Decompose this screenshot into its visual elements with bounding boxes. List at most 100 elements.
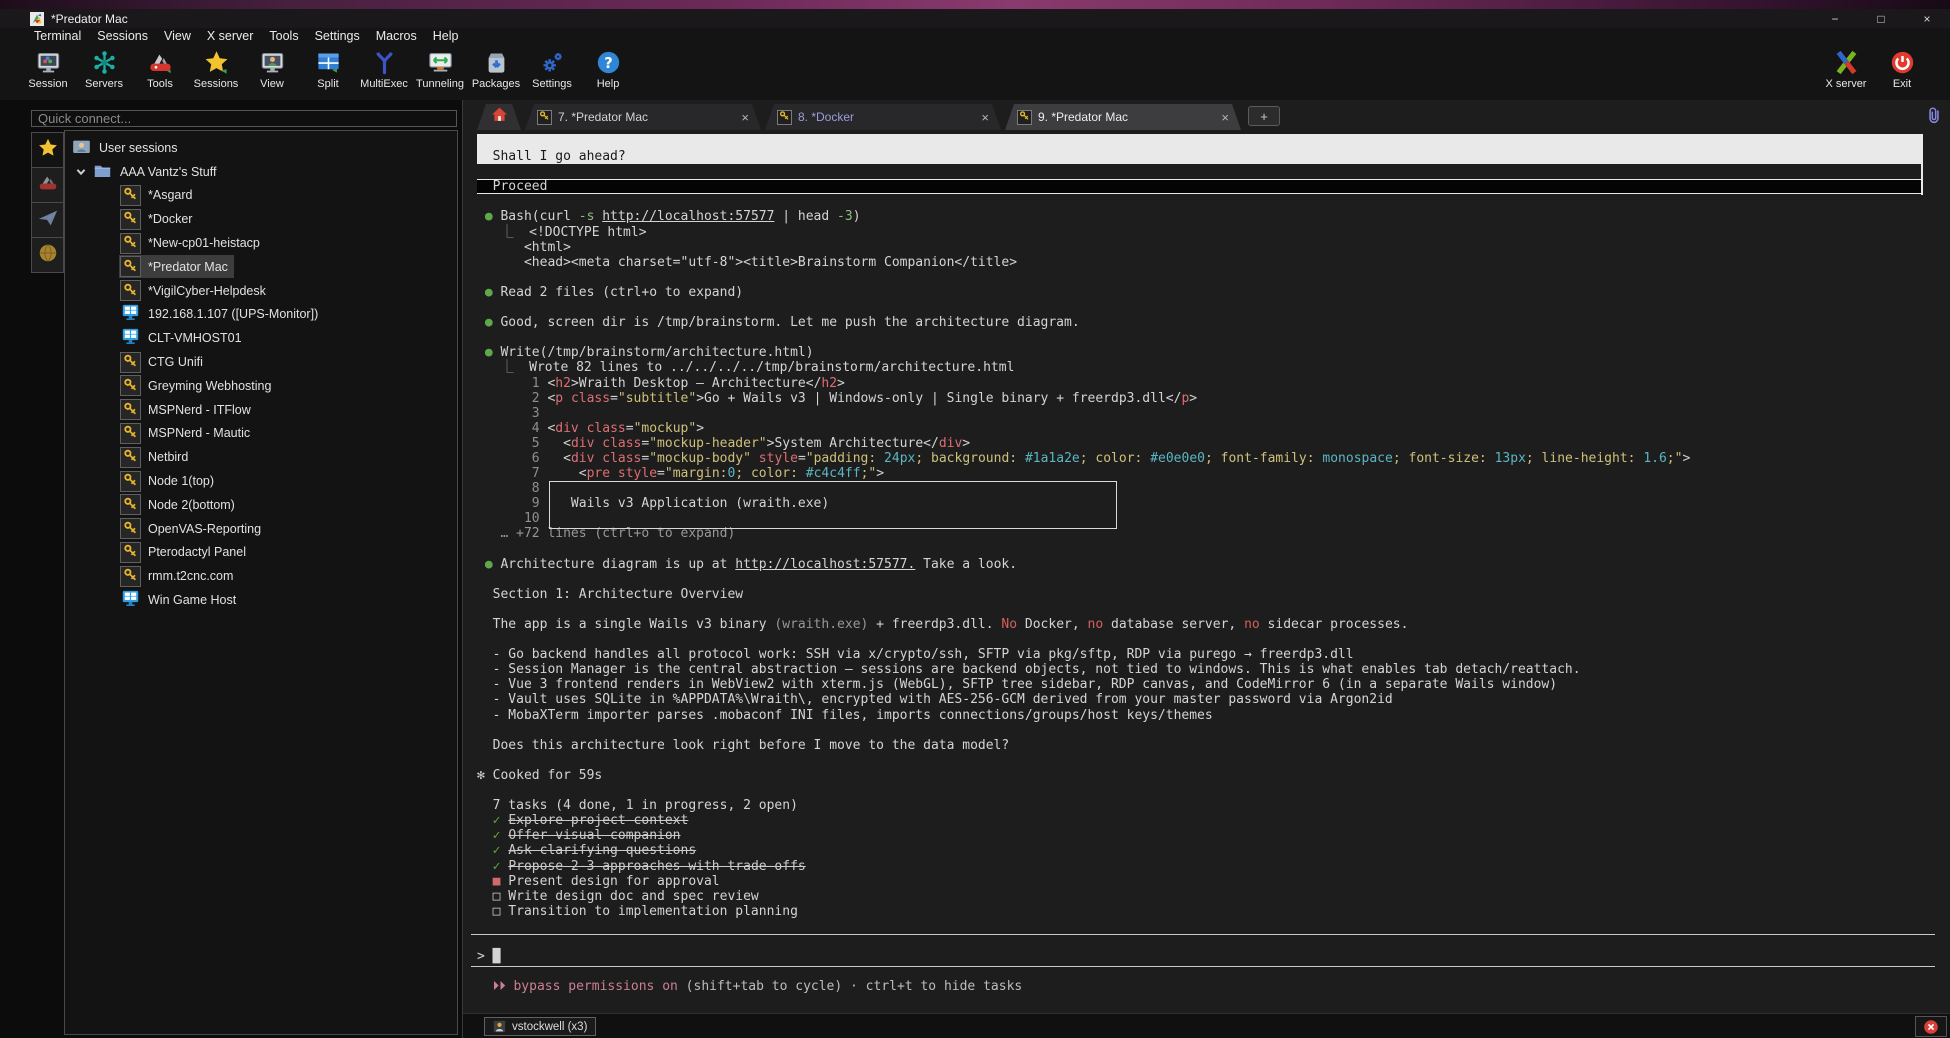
close-button[interactable]: × (1904, 9, 1950, 28)
tree-item-label: AAA Vantz's Stuff (120, 165, 216, 179)
toolbar-button-packages[interactable]: Packages (468, 43, 524, 100)
toolbar-button-label: MultiExec (360, 78, 408, 90)
tree-item-label: OpenVAS-Reporting (148, 522, 261, 536)
terminal-text: "mockup-header" (649, 436, 766, 451)
toolbar-button-settings[interactable]: Settings (524, 43, 580, 100)
toolbar-button-x-server[interactable]: X server (1818, 43, 1874, 100)
menu-item-terminal[interactable]: Terminal (26, 29, 89, 43)
tab-9-predator-mac[interactable]: 9. *Predator Mac× (1005, 104, 1241, 130)
tree-item-label: CLT-VMHOST01 (148, 331, 242, 345)
tree-item-clt-vmhost01[interactable]: CLT-VMHOST01 (65, 326, 324, 350)
terminal-text: 1 (477, 376, 547, 391)
tree-item-192-168-1-107-ups-monitor-[interactable]: 192.168.1.107 ([UPS-Monitor]) (65, 303, 324, 327)
terminal-output[interactable]: Shall I go ahead? Proceed ● Bash(curl -s… (463, 134, 1946, 1013)
terminal-text (579, 421, 587, 436)
session-user-badge[interactable]: vstockwell (x3) (484, 1017, 596, 1036)
menu-item-help[interactable]: Help (425, 29, 467, 43)
tree-item-user-sessions[interactable]: User sessions (65, 136, 324, 160)
terminal-link[interactable]: http://localhost:57577. (735, 557, 915, 572)
tree-item-icon-frame (92, 161, 113, 182)
quick-connect-input[interactable] (31, 110, 457, 127)
terminal-line: 7 tasks (4 done, 1 in progress, 2 open) (477, 798, 1946, 813)
terminal-text: monospace (1322, 451, 1392, 466)
home-icon (491, 106, 508, 128)
tab-close-icon[interactable]: × (1221, 110, 1229, 125)
tree-item-rmm-t2cnc-com[interactable]: rmm.t2cnc.com (65, 564, 324, 588)
tree-item-icon-frame (120, 566, 141, 587)
menu-item-macros[interactable]: Macros (368, 29, 425, 43)
tree-item--asgard[interactable]: *Asgard (65, 184, 324, 208)
new-tab-button[interactable]: + (1248, 106, 1280, 126)
rail-button-tools[interactable] (31, 167, 64, 203)
terminal-text (477, 557, 485, 572)
tree-item-aaa-vantz-s-stuff[interactable]: AAA Vantz's Stuff (65, 160, 324, 184)
toolbar-button-servers[interactable]: Servers (76, 43, 132, 100)
terminal-text: ⎿ (477, 360, 529, 375)
toolbar-button-exit[interactable]: Exit (1874, 43, 1930, 100)
sidebar: User sessions AAA Vantz's Stuff *Asgard *Do… (0, 100, 462, 1038)
key-icon (123, 472, 138, 490)
toolbar-button-label: View (260, 78, 284, 90)
tree-item-inner: *Predator Mac (119, 255, 234, 278)
paperclip-icon[interactable] (1925, 106, 1943, 126)
tree-item-mspnerd-mautic[interactable]: MSPNerd - Mautic (65, 422, 324, 446)
rail-button-remote-sessions[interactable] (31, 202, 64, 238)
tree-item--new-cp01-heistacp[interactable]: *New-cp01-heistacp (65, 231, 324, 255)
menu-item-tools[interactable]: Tools (261, 29, 306, 43)
terminal-text: ; font-family: (1205, 451, 1322, 466)
terminal-text: = (610, 391, 618, 406)
tab-home[interactable] (477, 104, 521, 130)
menu-item-sessions[interactable]: Sessions (89, 29, 156, 43)
tree-item-ctg-unifi[interactable]: CTG Unifi (65, 350, 324, 374)
tab-close-icon[interactable]: × (741, 110, 749, 125)
toolbar-button-split[interactable]: Split (300, 43, 356, 100)
tree-item-win-game-host[interactable]: Win Game Host (65, 588, 324, 612)
rail-button-favorites[interactable] (31, 132, 64, 168)
terminal-text: style (618, 466, 657, 481)
tree-item-label: Netbird (148, 450, 188, 464)
terminal-text: class (602, 436, 641, 451)
tree-item-icon-frame (120, 494, 141, 515)
toolbar-button-session[interactable]: Session (20, 43, 76, 100)
tree-item-label: *Docker (148, 212, 192, 226)
terminal-link[interactable]: http://localhost:57577 (602, 209, 774, 224)
terminal-text (477, 345, 485, 360)
tree-item-netbird[interactable]: Netbird (65, 445, 324, 469)
tree-item-node-2-bottom-[interactable]: Node 2(bottom) (65, 493, 324, 517)
tree-item--predator-mac[interactable]: *Predator Mac (65, 255, 324, 279)
tree-item--vigilcyber-helpdesk[interactable]: *VigilCyber-Helpdesk (65, 279, 324, 303)
minimize-button[interactable]: − (1812, 9, 1858, 28)
terminal-text: < (547, 466, 586, 481)
toolbar-button-multiexec[interactable]: MultiExec (356, 43, 412, 100)
close-terminal-button[interactable] (1915, 1016, 1947, 1037)
tree-item-pterodactyl-panel[interactable]: Pterodactyl Panel (65, 541, 324, 565)
menu-item-view[interactable]: View (156, 29, 199, 43)
tab-7-predator-mac[interactable]: 7. *Predator Mac× (525, 104, 761, 130)
window-title: *Predator Mac (51, 12, 128, 26)
terminal-text: Does this architecture look right before… (477, 738, 1009, 753)
toolbar-button-tunneling[interactable]: Tunneling (412, 43, 468, 100)
tab-close-icon[interactable]: × (981, 110, 989, 125)
terminal-text: ● (485, 345, 493, 360)
tab-8-docker[interactable]: 8. *Docker× (765, 104, 1001, 130)
tree-item-openvas-reporting[interactable]: OpenVAS-Reporting (65, 517, 324, 541)
terminal-text: 2 (477, 391, 547, 406)
tree-item-greyming-webhosting[interactable]: Greyming Webhosting (65, 374, 324, 398)
toolbar-button-tools[interactable]: Tools (132, 43, 188, 100)
terminal-text: class (571, 391, 610, 406)
tree-item-icon-frame (120, 233, 141, 254)
tree-item-label: *VigilCyber-Helpdesk (148, 284, 266, 298)
maximize-button[interactable]: □ (1858, 9, 1904, 28)
menu-item-settings[interactable]: Settings (307, 29, 368, 43)
tree-item-node-1-top-[interactable]: Node 1(top) (65, 469, 324, 493)
menu-item-x-server[interactable]: X server (199, 29, 262, 43)
toolbar-button-view[interactable]: View (244, 43, 300, 100)
tree-item-mspnerd-itflow[interactable]: MSPNerd - ITFlow (65, 398, 324, 422)
terminal-text: <!DOCTYPE html> (529, 225, 646, 240)
tree-item--docker[interactable]: *Docker (65, 207, 324, 231)
toolbar-button-help[interactable]: ?Help (580, 43, 636, 100)
xserver-icon (1833, 49, 1860, 76)
terminal-text: = (626, 421, 634, 436)
rail-button-web[interactable] (31, 237, 64, 273)
toolbar-button-sessions[interactable]: Sessions (188, 43, 244, 100)
